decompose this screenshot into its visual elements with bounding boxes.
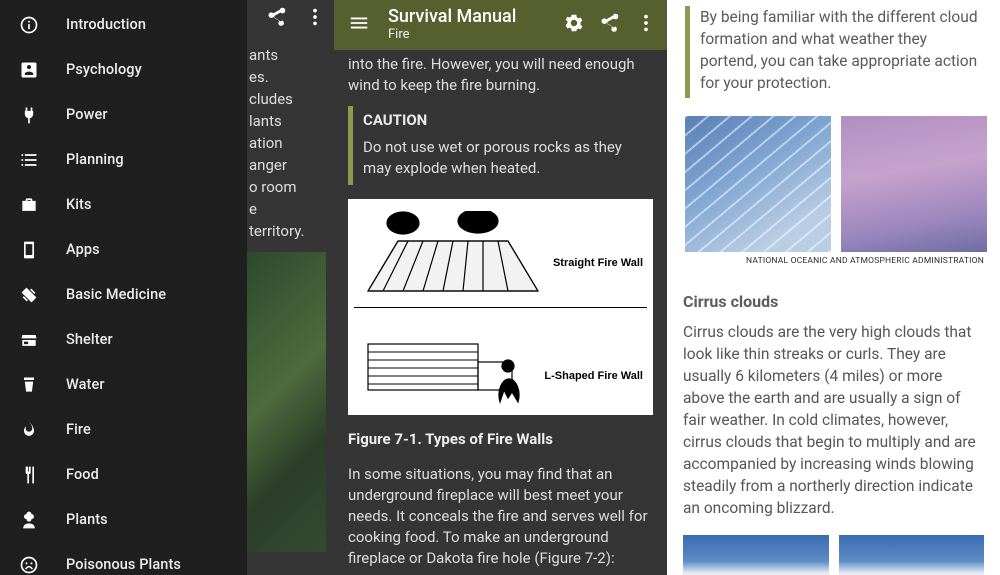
nav-label: Water [66,376,105,393]
nav-label: Kits [66,196,92,213]
obscured-content: ants es. cludes lants ation anger o room… [247,0,334,575]
sad-face-icon [18,554,40,575]
nav-drawer: Introduction Psychology Power Planning K [0,0,247,575]
app-bar: Survival Manual Fire [334,0,667,50]
info-icon [18,14,40,36]
phone-icon [18,239,40,261]
nav-item-shelter[interactable]: Shelter [0,317,247,362]
caution-block: CAUTION Do not use wet or porous rocks a… [348,106,653,185]
store-icon [18,329,40,351]
nav-label: Basic Medicine [66,286,166,303]
illustration-l-wall [358,314,548,406]
nav-item-food[interactable]: Food [0,452,247,497]
share-icon[interactable] [266,6,288,34]
cloud-image-cumulus-1 [683,535,829,575]
nav-label: Poisonous Plants [66,556,181,573]
image-credit: NATIONAL OCEANIC AND ATMOSPHERIC ADMINIS… [667,256,984,266]
cloud-image-cirrus-2 [841,116,987,252]
article-image-plants [247,252,326,552]
cloud-image-cirrus-1 [685,116,831,252]
nav-item-water[interactable]: Water [0,362,247,407]
briefcase-icon [18,194,40,216]
nav-item-power[interactable]: Power [0,92,247,137]
nav-label: Planning [66,151,124,168]
screenshot-fire-article: Survival Manual Fire into the fire. Howe… [334,0,667,575]
article-body: into the fire. However, you will need en… [334,50,667,569]
nav-label: Power [66,106,108,123]
figure-caption: Figure 7-1. Types of Fire Walls [348,429,653,450]
portrait-icon [18,59,40,81]
plug-icon [18,104,40,126]
nav-label: Introduction [66,16,146,33]
flower-icon [18,509,40,531]
nav-item-basic-medicine[interactable]: Basic Medicine [0,272,247,317]
figure-label-2: L-Shaped Fire Wall [544,366,643,387]
intro-quote: By being familiar with the different clo… [685,6,984,98]
more-icon[interactable] [304,6,326,34]
illustration-straight-wall [358,211,548,303]
nav-label: Food [66,466,99,483]
caution-text: Do not use wet or porous rocks as they m… [363,137,645,179]
cloud-image-cumulus-2 [839,535,985,575]
share-icon[interactable] [599,12,621,38]
bandage-icon [18,284,40,306]
section-heading-cirrus: Cirrus clouds [669,292,1000,311]
appbar-titles: Survival Manual Fire [388,7,549,42]
list-icon [18,149,40,171]
fire-icon [18,419,40,441]
caution-heading: CAUTION [363,110,645,131]
nav-item-introduction[interactable]: Introduction [0,2,247,47]
nav-label: Psychology [66,61,142,78]
cup-icon [18,374,40,396]
screenshot-drawer-panel: Introduction Psychology Power Planning K [0,0,334,575]
nav-item-apps[interactable]: Apps [0,227,247,272]
settings-icon[interactable] [563,12,585,38]
nav-label: Shelter [66,331,113,348]
nav-item-psychology[interactable]: Psychology [0,47,247,92]
nav-label: Plants [66,511,108,528]
restaurant-icon [18,464,40,486]
nav-item-planning[interactable]: Planning [0,137,247,182]
nav-label: Apps [66,241,100,258]
partial-text: ants es. cludes lants ation anger o room… [247,44,324,242]
figure-fire-walls: Straight Fire Wall L-Shaped Fire Wall [348,199,653,415]
app-subtitle: Fire [388,28,549,42]
screenshot-clouds-article: By being familiar with the different clo… [667,0,1000,575]
app-title: Survival Manual [388,7,549,27]
section-body: Cirrus clouds are the very high clouds t… [667,321,1000,519]
nav-item-poisonous-plants[interactable]: Poisonous Plants [0,542,247,575]
figure-label-1: Straight Fire Wall [553,253,643,274]
nav-label: Fire [66,421,91,438]
more-icon[interactable] [635,12,657,38]
lead-paragraph: into the fire. However, you will need en… [348,54,653,96]
menu-icon[interactable] [348,12,370,38]
body-paragraph: In some situations, you may find that an… [348,464,653,569]
nav-item-kits[interactable]: Kits [0,182,247,227]
nav-item-fire[interactable]: Fire [0,407,247,452]
nav-item-plants[interactable]: Plants [0,497,247,542]
